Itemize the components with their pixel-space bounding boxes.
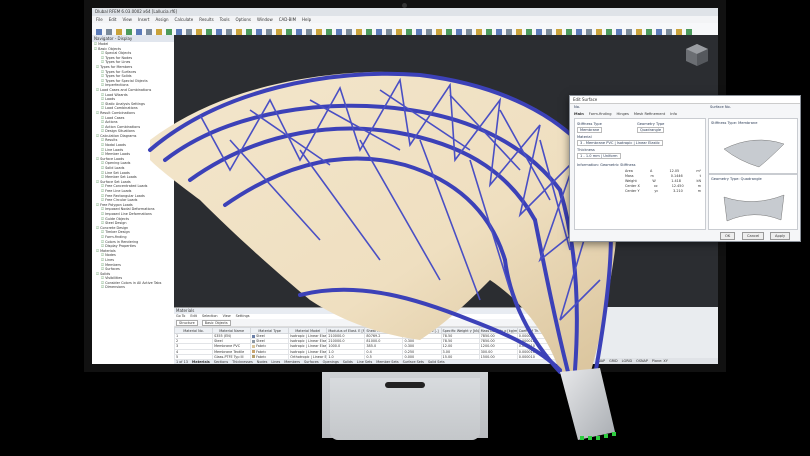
dialog-title: Edit Surface [570,96,800,104]
quadrangle-preview-icon [723,194,785,222]
info-cell: m [697,189,701,193]
stiffness-select[interactable]: Membrane [577,127,603,133]
info-cell: Center Y [625,189,640,193]
info-cell: 3.210 [673,189,683,193]
preview2-label: Geometry Type: Quadrangle [711,177,762,181]
dialog-tabs: Main Form-finding Hinges Mesh Refinement Inf… [574,112,677,116]
material-select[interactable]: 3 - Membrane PVC | Isotropic | Linear El… [577,140,663,146]
view-cube-icon[interactable] [684,42,710,68]
ok-button[interactable]: OK [720,232,736,240]
cancel-button[interactable]: Cancel [742,232,765,240]
support-block [560,368,615,440]
dialog-tab[interactable]: Info [670,112,677,116]
apply-button[interactable]: Apply [770,232,791,240]
membrane-preview-icon [723,139,785,168]
dialog-main-area: Stiffness Type Geometry Type Membrane Qu… [574,118,706,230]
material-label: Material [577,135,592,139]
preview1-label: Stiffness Type: Membrane [711,121,758,125]
dialog-tab[interactable]: Form-finding [589,112,612,116]
dialog-tab[interactable]: Hinges [617,112,629,116]
geometry-preview: Geometry Type: Quadrangle [708,174,798,230]
geometry-label: Geometry Type [637,122,665,126]
info-table: Area A 12.05 m² Mass m 0.1446 t Weight W 1.418 kN Ce… [625,169,701,194]
dialog-tab[interactable]: Main [574,112,584,116]
info-cell: yc [654,189,659,193]
thickness-label: Thickness [577,148,595,152]
edit-surface-dialog: Edit Surface No. Surface No. Main Form-fi… [569,95,801,242]
stiffness-label: Stiffness Type [577,122,602,126]
info-row: Center Y yc 3.210 m [625,189,701,194]
dialog-name-label: Surface No. [710,105,731,109]
stiffness-preview: Stiffness Type: Membrane [708,118,798,174]
dialog-number-label: No. [574,105,580,109]
dialog-tab[interactable]: Mesh Refinement [634,112,665,116]
thickness-select[interactable]: 1 - 1.0 mm | Uniform [577,153,621,159]
geometry-select[interactable]: Quadrangle [637,127,665,133]
info-title: Information: Geometric Stiffness [577,163,636,167]
